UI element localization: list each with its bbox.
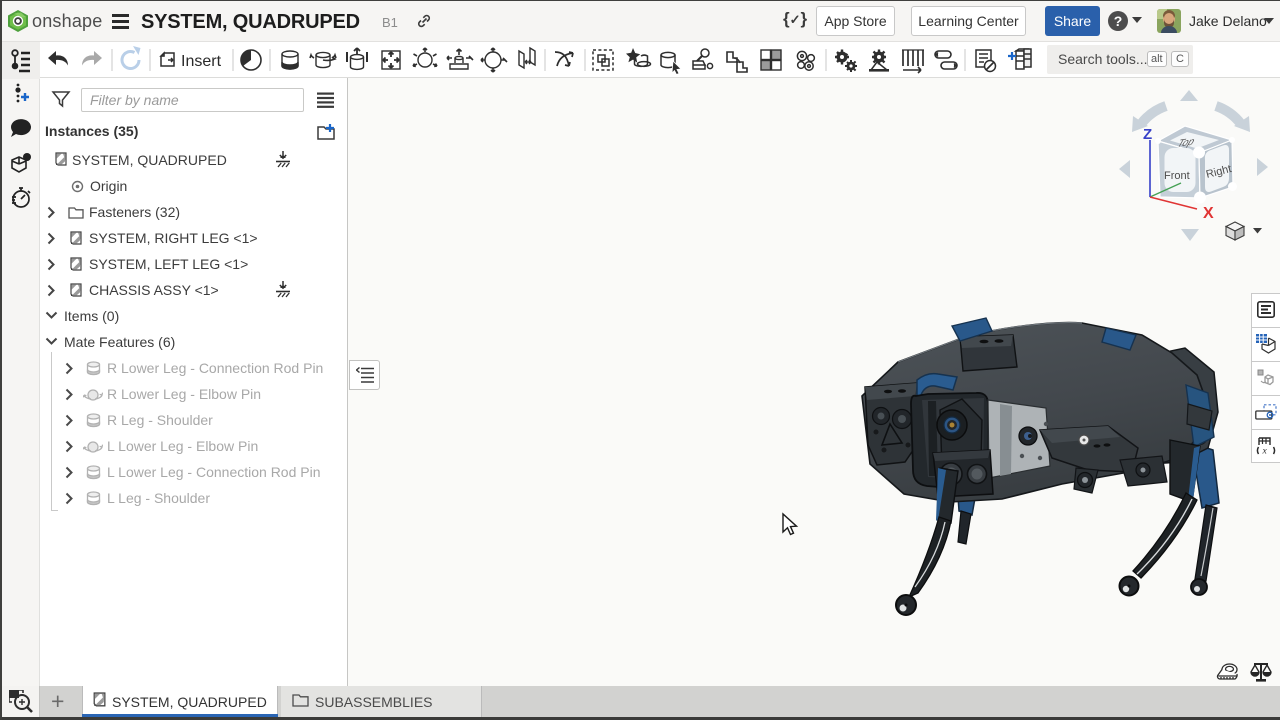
svg-text:x: x [1262,447,1268,456]
svg-text:?: ? [25,155,29,162]
svg-text:X: X [1203,205,1214,222]
svg-text:Front: Front [1164,170,1190,182]
svg-text:Z: Z [1143,126,1152,143]
svg-text:Insert: Insert [181,53,222,70]
